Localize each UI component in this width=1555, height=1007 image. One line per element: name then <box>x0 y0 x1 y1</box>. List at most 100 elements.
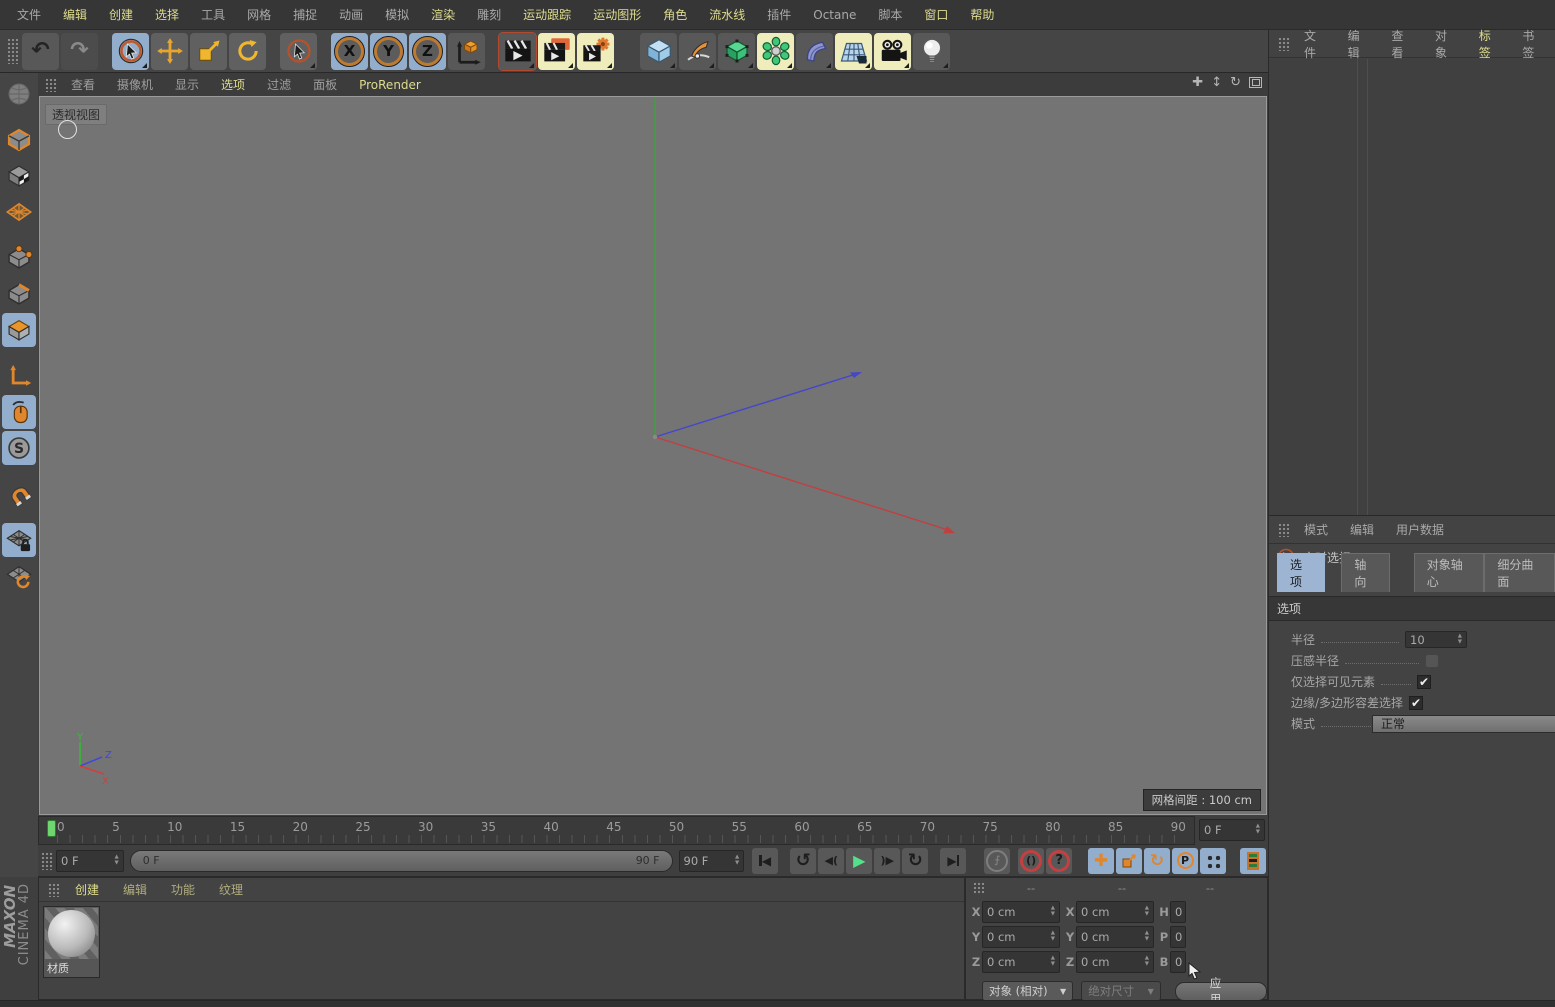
viewport-canvas[interactable]: 透视视图 Y Z X 网格间距 : 100 cm <box>39 96 1267 815</box>
previous-key-button[interactable]: ↺ <box>790 848 816 874</box>
live-selection-button[interactable] <box>112 33 149 70</box>
menu-help[interactable]: 帮助 <box>959 0 1005 30</box>
playhead[interactable] <box>47 820 56 837</box>
om-menu-edit[interactable]: 编辑 <box>1337 27 1381 61</box>
menu-plugins[interactable]: 插件 <box>756 0 802 30</box>
spinner-arrows-icon[interactable]: ▲▼ <box>1458 634 1462 646</box>
rotate-view-icon[interactable]: ↻ <box>1230 75 1241 90</box>
object-list[interactable] <box>1269 59 1555 515</box>
workplane-mode-button[interactable] <box>2 195 36 229</box>
move-button[interactable] <box>151 33 188 70</box>
render-view-button[interactable] <box>499 33 536 70</box>
goto-end-button[interactable]: ▶ <box>940 848 966 874</box>
tab-subdivision[interactable]: 细分曲面 <box>1484 553 1555 592</box>
deformer-button[interactable] <box>796 33 833 70</box>
material-drag-handle[interactable] <box>48 883 60 897</box>
timeline-mode-button[interactable] <box>1240 848 1266 874</box>
last-selection-tool-button[interactable] <box>280 33 317 70</box>
floor-button[interactable] <box>835 33 872 70</box>
redo-button[interactable]: ↷ <box>61 33 98 70</box>
am-menu-mode[interactable]: 模式 <box>1293 521 1339 538</box>
vp-menu-prorender[interactable]: ProRender <box>348 78 432 92</box>
key-parameter-button[interactable]: P <box>1172 848 1198 874</box>
undo-button[interactable]: ↶ <box>22 33 59 70</box>
enable-axis-button[interactable] <box>2 359 36 393</box>
om-menu-bookmarks[interactable]: 书签 <box>1511 27 1555 61</box>
attribute-drag-handle[interactable] <box>1278 523 1290 537</box>
edges-mode-button[interactable] <box>2 277 36 311</box>
om-menu-view[interactable]: 查看 <box>1380 27 1424 61</box>
magnet-snap-button[interactable] <box>2 477 36 511</box>
subdivision-surface-button[interactable] <box>718 33 755 70</box>
apply-button[interactable]: 应用 <box>1175 982 1267 1001</box>
animbar-drag-handle[interactable] <box>41 852 53 870</box>
workplane-button[interactable] <box>2 559 36 593</box>
menu-tools[interactable]: 工具 <box>190 0 236 30</box>
menu-sculpt[interactable]: 雕刻 <box>466 0 512 30</box>
menu-simulate[interactable]: 模拟 <box>374 0 420 30</box>
viewport-drag-handle[interactable] <box>45 78 57 92</box>
tweak-mode-button[interactable] <box>2 395 36 429</box>
visible-only-checkbox[interactable]: ✔ <box>1417 675 1431 689</box>
vp-menu-view[interactable]: 查看 <box>60 76 106 93</box>
axis-z-lock-button[interactable]: Z <box>409 33 446 70</box>
axis-x-lock-button[interactable]: X <box>331 33 368 70</box>
spinner-arrows-icon[interactable]: ▲▼ <box>115 855 119 867</box>
menu-pipeline[interactable]: 流水线 <box>698 0 756 30</box>
key-pla-button[interactable] <box>1200 848 1226 874</box>
model-mode-button[interactable] <box>2 123 36 157</box>
spline-pen-button[interactable] <box>679 33 716 70</box>
menu-create[interactable]: 创建 <box>98 0 144 30</box>
material-item[interactable]: 材质 <box>43 906 100 978</box>
record-button[interactable]: ⨍ <box>984 848 1010 874</box>
menu-motion-tracker[interactable]: 运动跟踪 <box>512 0 582 30</box>
toolbar-drag-handle[interactable] <box>7 38 19 64</box>
attribute-section-header[interactable]: 选项 <box>1269 596 1555 621</box>
menu-character[interactable]: 角色 <box>652 0 698 30</box>
mat-menu-create[interactable]: 创建 <box>63 881 111 898</box>
polygons-mode-button[interactable] <box>2 313 36 347</box>
range-end-spinner[interactable]: 90 F ▲▼ <box>679 850 745 872</box>
tolerance-checkbox[interactable]: ✔ <box>1409 696 1423 710</box>
am-menu-userdata[interactable]: 用户数据 <box>1385 521 1455 538</box>
spinner-arrows-icon[interactable]: ▲▼ <box>1256 824 1260 836</box>
zoom-view-icon[interactable]: ↕ <box>1211 75 1222 90</box>
sculpt-mode-button[interactable] <box>2 77 36 111</box>
timeline-ruler[interactable]: 05 1015 2025 3035 4045 5055 6065 7075 80… <box>38 816 1195 845</box>
axis-y-lock-button[interactable]: Y <box>370 33 407 70</box>
render-settings-button[interactable] <box>577 33 614 70</box>
tab-axis[interactable]: 轴向 <box>1341 553 1389 592</box>
key-rotation-button[interactable]: ↻ <box>1144 848 1170 874</box>
render-picture-viewer-button[interactable] <box>538 33 575 70</box>
goto-start-button[interactable]: ◀ <box>752 848 778 874</box>
light-button[interactable] <box>913 33 950 70</box>
next-frame-button[interactable]: )▶ <box>874 848 900 874</box>
om-menu-objects[interactable]: 对象 <box>1424 27 1468 61</box>
mograph-button[interactable] <box>757 33 794 70</box>
mat-menu-edit[interactable]: 编辑 <box>111 881 159 898</box>
menu-file[interactable]: 文件 <box>6 0 52 30</box>
pan-view-icon[interactable]: ✚ <box>1192 75 1203 90</box>
rot-h-field[interactable]: 0 <box>1170 901 1186 923</box>
rot-b-field[interactable]: 0 <box>1170 951 1186 973</box>
size-x-field[interactable]: 0 cm▲▼ <box>1076 901 1154 923</box>
menu-snap[interactable]: 捕捉 <box>282 0 328 30</box>
rotate-button[interactable] <box>229 33 266 70</box>
camera-button[interactable] <box>874 33 911 70</box>
toggle-view-icon[interactable] <box>1249 77 1262 88</box>
pos-z-field[interactable]: 0 cm▲▼ <box>982 951 1060 973</box>
tab-options[interactable]: 选项 <box>1277 553 1325 592</box>
key-scale-button[interactable] <box>1116 848 1142 874</box>
radius-field[interactable]: 10 ▲▼ <box>1405 631 1467 648</box>
vp-menu-filter[interactable]: 过滤 <box>256 76 302 93</box>
am-menu-edit[interactable]: 编辑 <box>1339 521 1385 538</box>
coordinate-system-button[interactable] <box>448 33 485 70</box>
menu-window[interactable]: 窗口 <box>913 0 959 30</box>
coordinate-mode-dropdown[interactable]: 对象 (相对)▼ <box>982 981 1073 1001</box>
mat-menu-texture[interactable]: 纹理 <box>207 881 255 898</box>
vp-menu-camera[interactable]: 摄像机 <box>106 76 164 93</box>
scale-button[interactable] <box>190 33 227 70</box>
menu-animate[interactable]: 动画 <box>328 0 374 30</box>
preview-range-slider[interactable]: 0 F 90 F <box>130 850 673 872</box>
lock-workplane-button[interactable] <box>2 523 36 557</box>
